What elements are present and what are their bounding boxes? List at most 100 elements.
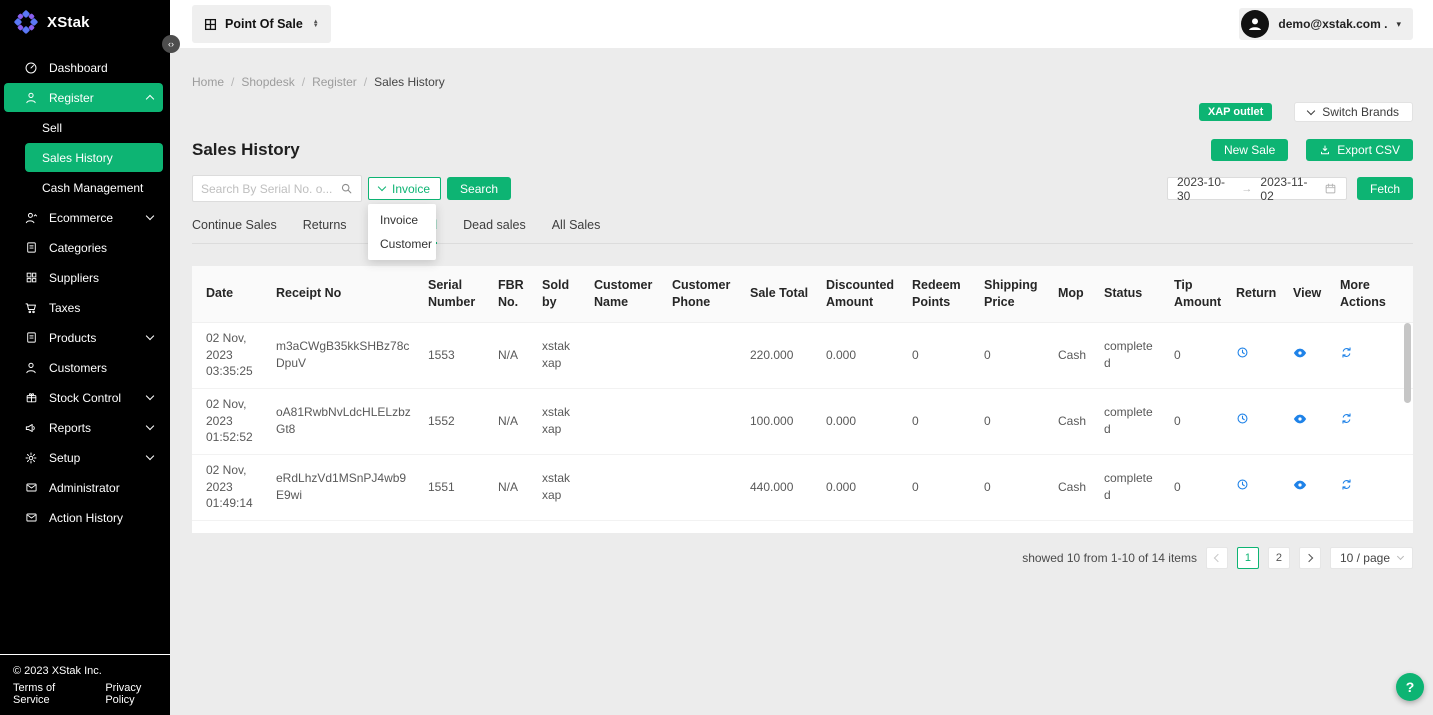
date-range-picker[interactable]: 2023-10-30 → 2023-11-02	[1167, 177, 1347, 200]
sidebar-item-products[interactable]: Products	[4, 323, 163, 352]
user-email: demo@xstak.com .	[1278, 17, 1387, 31]
cell-discounted-amount: 0.000	[818, 388, 904, 454]
new-sale-button[interactable]: New Sale	[1211, 139, 1288, 161]
sidebar-item-cash-management[interactable]: Cash Management	[25, 173, 163, 202]
sidebar-item-reports[interactable]: Reports	[4, 413, 163, 442]
sidebar-item-action-history[interactable]: Action History	[4, 503, 163, 532]
cell-view	[1285, 454, 1332, 520]
breadcrumb-home[interactable]: Home	[192, 75, 224, 89]
sync-icon[interactable]	[1340, 478, 1353, 491]
fetch-button[interactable]: Fetch	[1357, 177, 1413, 200]
cell-customer-phone	[664, 322, 742, 388]
cell-status: completed	[1096, 388, 1166, 454]
cell-customer-name	[586, 388, 664, 454]
return-icon[interactable]	[1236, 478, 1249, 491]
cell-fbr-no: N/A	[490, 388, 534, 454]
tab-returns[interactable]: Returns	[303, 215, 347, 243]
sidebar-item-stock-control[interactable]: Stock Control	[4, 383, 163, 412]
sidebar-item-setup[interactable]: Setup	[4, 443, 163, 472]
chevron-down-icon	[146, 212, 154, 220]
chevron-left-icon	[1214, 554, 1222, 562]
sidebar-item-customers[interactable]: Customers	[4, 353, 163, 382]
table-scrollbar[interactable]	[1404, 323, 1411, 403]
cell-more-actions	[1332, 322, 1413, 388]
sidebar-item-sell[interactable]: Sell	[25, 113, 163, 142]
col-more-actions: More Actions	[1332, 266, 1413, 322]
select-arrows-icon: ▲▼	[313, 20, 319, 28]
collapse-icon: ‹›	[168, 39, 174, 49]
view-icon[interactable]	[1293, 347, 1307, 359]
privacy-policy-link[interactable]: Privacy Policy	[105, 682, 170, 706]
cell-discounted-amount: 0.000	[818, 322, 904, 388]
page-title: Sales History	[192, 140, 300, 160]
sidebar-item-ecommerce[interactable]: Ecommerce	[4, 203, 163, 232]
search-type-dropdown-button[interactable]: Invoice	[368, 177, 441, 200]
return-icon[interactable]	[1236, 412, 1249, 425]
sync-icon[interactable]	[1340, 346, 1353, 359]
cell-customer-name	[586, 322, 664, 388]
sidebar-item-label: Administrator	[49, 481, 120, 495]
pagination-next-button[interactable]	[1299, 547, 1321, 569]
date-from[interactable]: 2023-10-30	[1177, 175, 1233, 203]
breadcrumb-shopdesk[interactable]: Shopdesk	[241, 75, 294, 89]
pagination-prev-button[interactable]	[1206, 547, 1228, 569]
help-button[interactable]: ?	[1396, 673, 1424, 701]
cell-discounted-amount: 0.000	[818, 454, 904, 520]
pagination-page-2[interactable]: 2	[1268, 547, 1290, 569]
cell-more-actions	[1332, 454, 1413, 520]
return-icon[interactable]	[1236, 346, 1249, 359]
cell-sold-by: xstak xap	[534, 388, 586, 454]
cell-receipt-no: oA81RwbNvLdcHLELzbzGt8	[268, 388, 420, 454]
date-to[interactable]: 2023-11-02	[1260, 175, 1316, 203]
sidebar-item-dashboard[interactable]: Dashboard	[4, 53, 163, 82]
sidebar-item-label: Register	[49, 91, 94, 105]
cell-redeem-points: 0	[904, 454, 976, 520]
chevron-up-icon	[146, 95, 154, 103]
sidebar-item-administrator[interactable]: Administrator	[4, 473, 163, 502]
sidebar-collapse-toggle[interactable]: ‹›	[162, 35, 180, 53]
sidebar-item-categories[interactable]: Categories	[4, 233, 163, 262]
page-size-select[interactable]: 10 / page	[1330, 547, 1413, 569]
sidebar-item-label: Action History	[49, 511, 123, 525]
cell-serial-number: 1551	[420, 454, 490, 520]
cell-redeem-points: 0	[904, 388, 976, 454]
export-csv-button[interactable]: Export CSV	[1306, 139, 1413, 161]
terms-of-service-link[interactable]: Terms of Service	[13, 682, 90, 706]
dropdown-option-customer[interactable]: Customer	[368, 232, 436, 256]
search-input[interactable]	[201, 182, 340, 196]
cell-return	[1228, 388, 1285, 454]
cell-receipt-no: eRdLhzVd1MSnPJ4wb9E9wi	[268, 454, 420, 520]
sidebar-item-taxes[interactable]: Taxes	[4, 293, 163, 322]
tab-dead-sales[interactable]: Dead sales	[463, 215, 526, 243]
switch-brands-button[interactable]: Switch Brands	[1294, 102, 1413, 122]
cell-fbr-no: N/A	[490, 322, 534, 388]
dropdown-option-invoice[interactable]: Invoice	[368, 208, 436, 232]
pagination-summary: showed 10 from 1-10 of 14 items	[1022, 551, 1197, 565]
user-menu[interactable]: demo@xstak.com . ▾	[1239, 8, 1413, 40]
cell-shipping-price: 0	[976, 454, 1050, 520]
person-icon	[24, 91, 38, 105]
megaphone-icon	[24, 421, 38, 435]
view-icon[interactable]	[1293, 413, 1307, 425]
cell-fbr-no: N/A	[490, 454, 534, 520]
col-fbr-no: FBR No.	[490, 266, 534, 322]
sidebar-item-sales-history[interactable]: Sales History	[25, 143, 163, 172]
chevron-down-icon	[1307, 106, 1315, 114]
tab-all-sales[interactable]: All Sales	[552, 215, 601, 243]
sidebar-item-register[interactable]: Register	[4, 83, 163, 112]
search-icon[interactable]	[340, 182, 353, 195]
search-button[interactable]: Search	[447, 177, 511, 200]
table-header-row: Date Receipt No Serial Number FBR No. So…	[192, 266, 1413, 322]
col-sale-total: Sale Total	[742, 266, 818, 322]
app-switcher[interactable]: Point Of Sale ▲▼	[192, 5, 331, 43]
tab-continue-sales[interactable]: Continue Sales	[192, 215, 277, 243]
view-icon[interactable]	[1293, 479, 1307, 491]
caret-down-icon: ▾	[1396, 19, 1401, 30]
main-content: Home/Shopdesk/Register/Sales History XAP…	[170, 48, 1433, 715]
sidebar-item-suppliers[interactable]: Suppliers	[4, 263, 163, 292]
breadcrumb-register[interactable]: Register	[312, 75, 357, 89]
pagination-page-1[interactable]: 1	[1237, 547, 1259, 569]
col-sold-by: Sold by	[534, 266, 586, 322]
search-type-dropdown-menu: Invoice Customer	[368, 204, 436, 260]
sync-icon[interactable]	[1340, 412, 1353, 425]
